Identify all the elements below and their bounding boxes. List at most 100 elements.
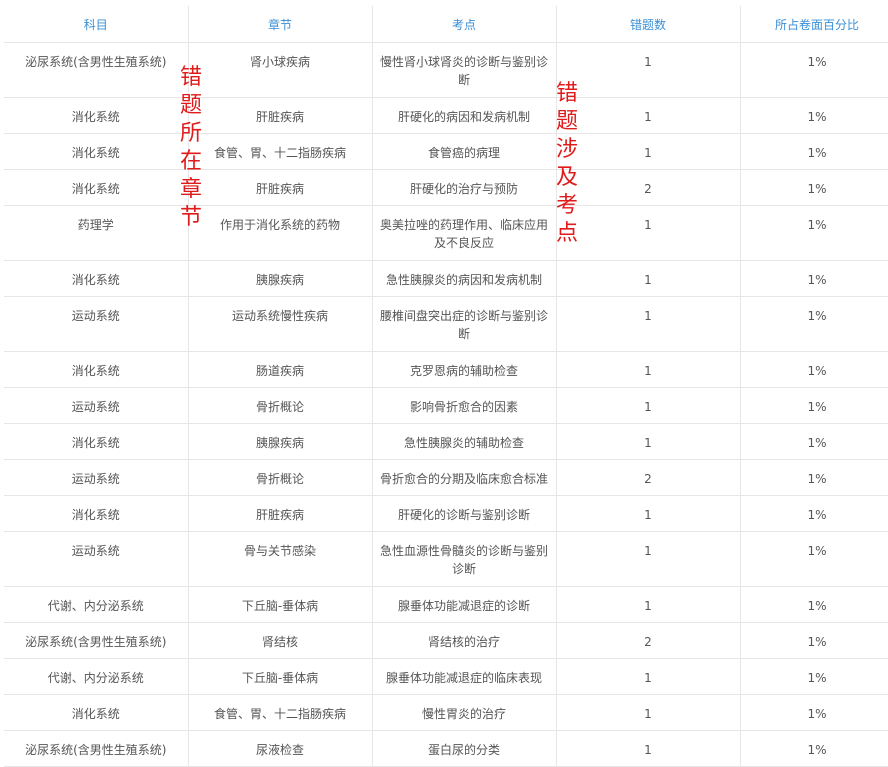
- cell-subject: 运动系统: [4, 459, 189, 496]
- cell-count: 1: [556, 42, 741, 98]
- cell-chapter: 肝脏疾病: [188, 97, 373, 134]
- cell-subject: 泌尿系统(含男性生殖系统): [4, 622, 189, 659]
- table-row: 泌尿系统(含男性生殖系统) 肾结核 肾结核的治疗 2 1%: [4, 622, 888, 659]
- cell-count: 1: [556, 296, 741, 352]
- cell-subject: 消化系统: [4, 97, 189, 134]
- cell-percent: 1%: [740, 459, 888, 496]
- cell-chapter: 肝脏疾病: [188, 495, 373, 532]
- cell-percent: 1%: [740, 495, 888, 532]
- table-row: 消化系统 食管、胃、十二指肠疾病 慢性胃炎的治疗 1 1%: [4, 694, 888, 731]
- cell-subject: 消化系统: [4, 169, 189, 206]
- cell-percent: 1%: [740, 586, 888, 623]
- cell-count: 1: [556, 694, 741, 731]
- cell-subject: 消化系统: [4, 694, 189, 731]
- cell-point: 急性胰腺炎的辅助检查: [372, 423, 557, 460]
- cell-percent: 1%: [740, 205, 888, 261]
- cell-chapter: 骨与关节感染: [188, 531, 373, 587]
- cell-point: 肝硬化的诊断与鉴别诊断: [372, 495, 557, 532]
- cell-subject: 消化系统: [4, 133, 189, 170]
- cell-subject: 运动系统: [4, 531, 189, 587]
- cell-chapter: 运动系统慢性疾病: [188, 296, 373, 352]
- cell-point: 肾结核的治疗: [372, 622, 557, 659]
- cell-chapter: 食管、胃、十二指肠疾病: [188, 694, 373, 731]
- table-row: 消化系统 肝脏疾病 肝硬化的病因和发病机制 1 1%: [4, 97, 888, 134]
- cell-percent: 1%: [740, 42, 888, 98]
- cell-percent: 1%: [740, 694, 888, 731]
- cell-chapter: 胰腺疾病: [188, 423, 373, 460]
- cell-subject: 代谢、内分泌系统: [4, 658, 189, 695]
- cell-point: 奥美拉唑的药理作用、临床应用及不良反应: [372, 205, 557, 261]
- cell-percent: 1%: [740, 97, 888, 134]
- cell-chapter: 肝脏疾病: [188, 169, 373, 206]
- cell-count: 1: [556, 97, 741, 134]
- cell-point: 克罗恩病的辅助检查: [372, 351, 557, 388]
- cell-subject: 药理学: [4, 205, 189, 261]
- cell-count: 1: [556, 495, 741, 532]
- cell-point: 腺垂体功能减退症的临床表现: [372, 658, 557, 695]
- cell-count: 1: [556, 387, 741, 424]
- wrong-questions-table: 科目 章节 考点 错题数 所占卷面百分比 泌尿系统(含男性生殖系统) 肾小球疾病慢…: [4, 6, 888, 767]
- cell-chapter: 下丘脑-垂体病: [188, 658, 373, 695]
- cell-chapter: 尿液检查: [188, 730, 373, 767]
- cell-point: 急性血源性骨髓炎的诊断与鉴别诊断: [372, 531, 557, 587]
- header-percent[interactable]: 所占卷面百分比: [740, 6, 888, 43]
- cell-count: 1: [556, 423, 741, 460]
- table-row: 消化系统 肠道疾病 克罗恩病的辅助检查 1 1%: [4, 351, 888, 388]
- cell-point: 蛋白尿的分类: [372, 730, 557, 767]
- cell-percent: 1%: [740, 133, 888, 170]
- cell-count: 1: [556, 658, 741, 695]
- annotation-chapter-note: 错题所在章节: [179, 65, 202, 230]
- cell-chapter: 肾结核: [188, 622, 373, 659]
- table-row: 消化系统 肝脏疾病 肝硬化的诊断与鉴别诊断 1 1%: [4, 495, 888, 532]
- cell-subject: 运动系统: [4, 387, 189, 424]
- cell-percent: 1%: [740, 658, 888, 695]
- header-chapter[interactable]: 章节: [188, 6, 373, 43]
- cell-percent: 1%: [740, 730, 888, 767]
- table-header-row: 科目 章节 考点 错题数 所占卷面百分比: [4, 6, 888, 43]
- table-row: 消化系统 胰腺疾病 急性胰腺炎的辅助检查 1 1%: [4, 423, 888, 460]
- header-subject[interactable]: 科目: [4, 6, 189, 43]
- table-row: 消化系统 食管、胃、十二指肠疾病 食管癌的病理 1 1%: [4, 133, 888, 170]
- table-row: 运动系统 运动系统慢性疾病 腰椎间盘突出症的诊断与鉴别诊断 1 1%: [4, 296, 888, 352]
- cell-subject: 消化系统: [4, 495, 189, 532]
- cell-percent: 1%: [740, 351, 888, 388]
- cell-chapter: 肾小球疾病: [188, 42, 373, 98]
- cell-point: 肝硬化的治疗与预防: [372, 169, 557, 206]
- cell-subject: 消化系统: [4, 260, 189, 297]
- cell-count: 1: [556, 531, 741, 587]
- cell-chapter: 骨折概论: [188, 387, 373, 424]
- cell-percent: 1%: [740, 423, 888, 460]
- header-point[interactable]: 考点: [372, 6, 557, 43]
- cell-chapter: 作用于消化系统的药物: [188, 205, 373, 261]
- annotation-point-note: 错题涉及考点: [555, 81, 578, 246]
- cell-point: 腰椎间盘突出症的诊断与鉴别诊断: [372, 296, 557, 352]
- cell-point: 骨折愈合的分期及临床愈合标准: [372, 459, 557, 496]
- header-count[interactable]: 错题数: [556, 6, 741, 43]
- cell-chapter: 肠道疾病: [188, 351, 373, 388]
- cell-count: 1: [556, 133, 741, 170]
- table-row: 运动系统 骨折概论 影响骨折愈合的因素 1 1%: [4, 387, 888, 424]
- cell-chapter: 胰腺疾病: [188, 260, 373, 297]
- table-body: 泌尿系统(含男性生殖系统) 肾小球疾病 慢性肾小球肾炎的诊断与鉴别诊断 1 1% 消化系统…: [4, 42, 888, 767]
- cell-percent: 1%: [740, 531, 888, 587]
- cell-count: 1: [556, 260, 741, 297]
- cell-point: 食管癌的病理: [372, 133, 557, 170]
- cell-percent: 1%: [740, 169, 888, 206]
- cell-subject: 泌尿系统(含男性生殖系统): [4, 42, 189, 98]
- cell-subject: 泌尿系统(含男性生殖系统): [4, 730, 189, 767]
- cell-count: 2: [556, 622, 741, 659]
- table-row: 运动系统 骨折概论 骨折愈合的分期及临床愈合标准 2 1%: [4, 459, 888, 496]
- cell-point: 慢性胃炎的治疗: [372, 694, 557, 731]
- table-row: 代谢、内分泌系统 下丘脑-垂体病 腺垂体功能减退症的临床表现 1 1%: [4, 658, 888, 695]
- cell-count: 2: [556, 459, 741, 496]
- cell-point: 慢性肾小球肾炎的诊断与鉴别诊断: [372, 42, 557, 98]
- table-row: 药理学 作用于消化系统的药物 奥美拉唑的药理作用、临床应用及不良反应 1 1%: [4, 205, 888, 261]
- cell-chapter: 骨折概论: [188, 459, 373, 496]
- table-row: 泌尿系统(含男性生殖系统) 肾小球疾病 慢性肾小球肾炎的诊断与鉴别诊断 1 1%: [4, 42, 888, 98]
- cell-point: 腺垂体功能减退症的诊断: [372, 586, 557, 623]
- table-row: 泌尿系统(含男性生殖系统) 尿液检查 蛋白尿的分类 1 1%: [4, 730, 888, 767]
- table-row: 消化系统 肝脏疾病 肝硬化的治疗与预防 2 1%: [4, 169, 888, 206]
- cell-point: 急性胰腺炎的病因和发病机制: [372, 260, 557, 297]
- cell-count: 1: [556, 351, 741, 388]
- cell-count: 1: [556, 730, 741, 767]
